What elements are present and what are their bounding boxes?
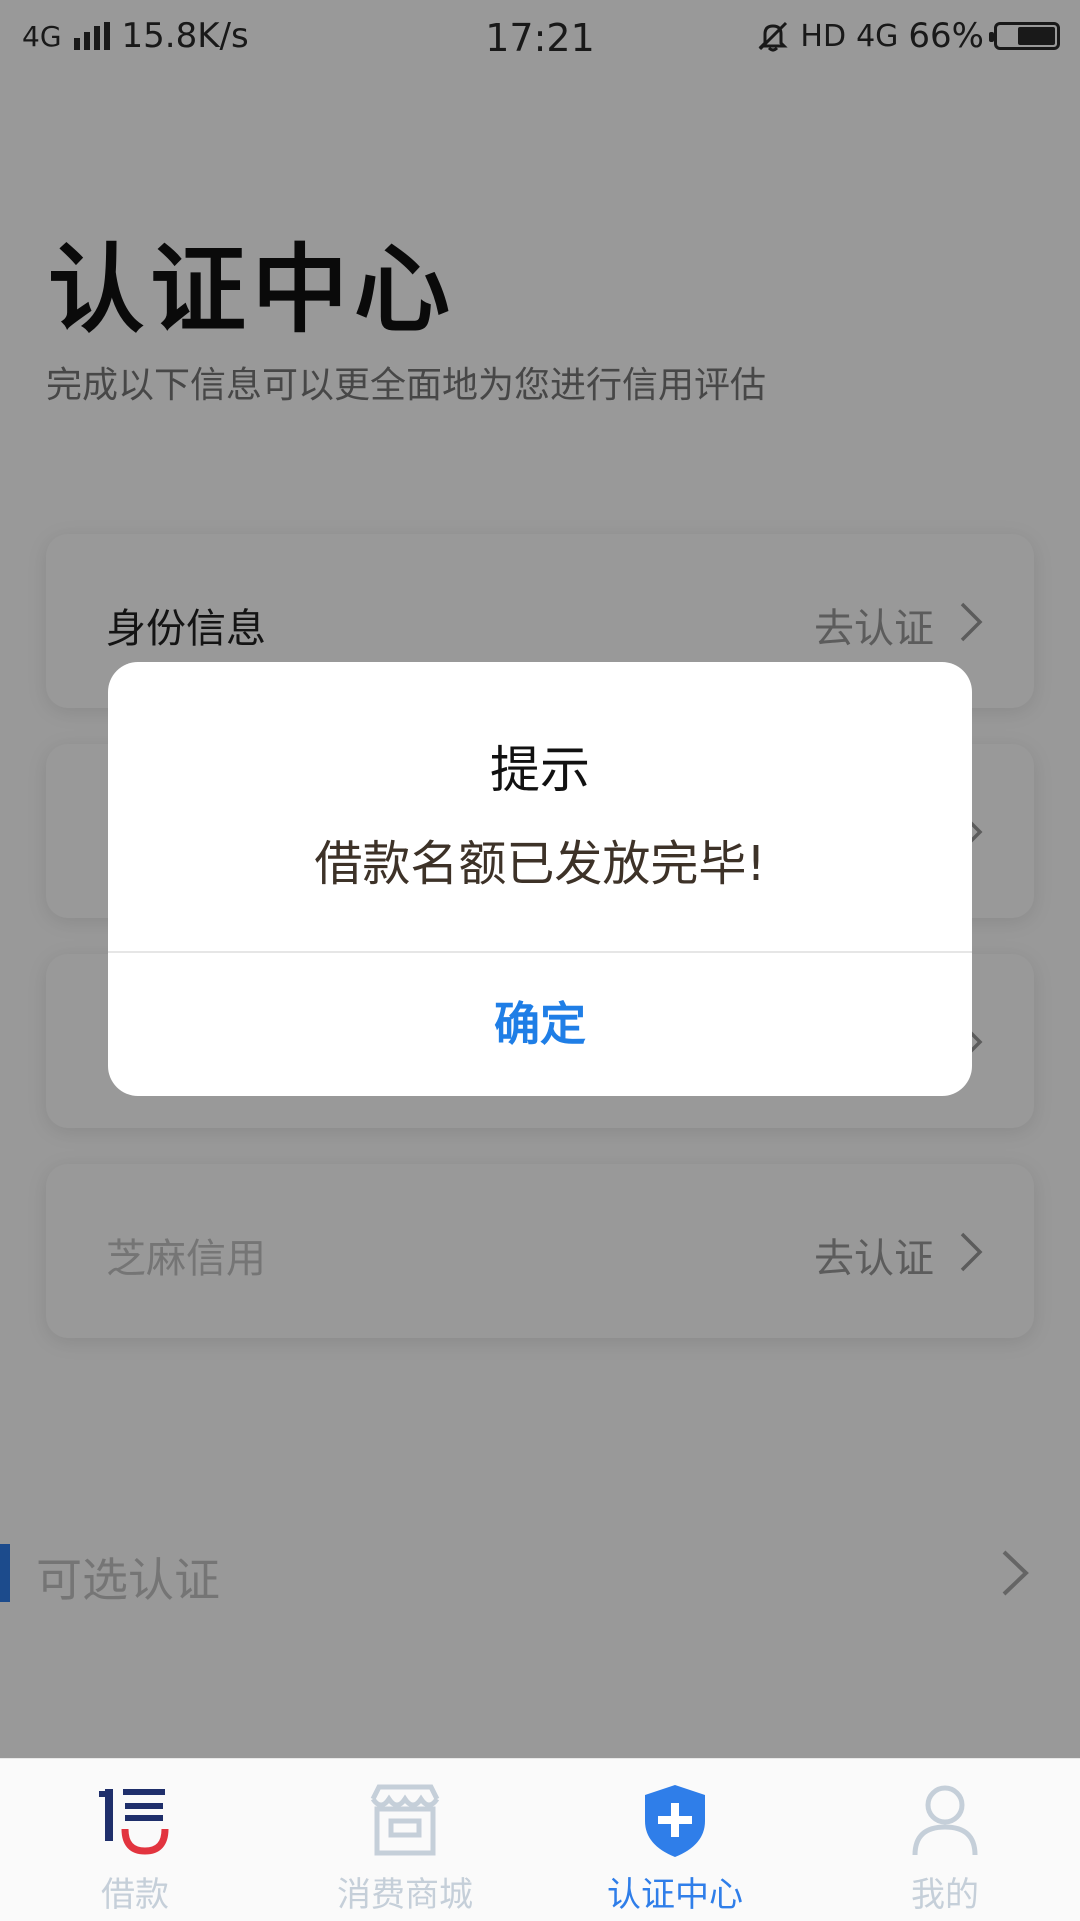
dialog-title: 提示 [490, 741, 590, 799]
person-icon [912, 1785, 978, 1856]
store-icon [370, 1784, 440, 1856]
shield-plus-icon [645, 1785, 705, 1857]
tab-store[interactable]: 消费商城 [270, 1759, 540, 1921]
tab-label: 我的 [911, 1875, 979, 1915]
tab-label: 借款 [101, 1875, 169, 1915]
tab-loan[interactable]: 借款 [0, 1759, 270, 1921]
tab-label: 认证中心 [607, 1875, 743, 1915]
brand-xin-icon [99, 1789, 169, 1855]
tab-mine[interactable]: 我的 [810, 1759, 1080, 1921]
alert-dialog: 提示 借款名额已发放完毕! 确定 [108, 662, 972, 1096]
tab-auth-center[interactable]: 认证中心 [540, 1759, 810, 1921]
confirm-button[interactable]: 确定 [108, 953, 972, 1096]
app-screen: 4G 15.8K/s 17:21 HD 4G 66% 认证中心 完成以下信息可以… [0, 0, 1080, 1921]
dialog-message: 借款名额已发放完毕! [314, 836, 766, 892]
tab-label: 消费商城 [337, 1875, 473, 1915]
bottom-tab-bar: 借款 消费商城 认证中心 我的 [0, 1758, 1080, 1921]
